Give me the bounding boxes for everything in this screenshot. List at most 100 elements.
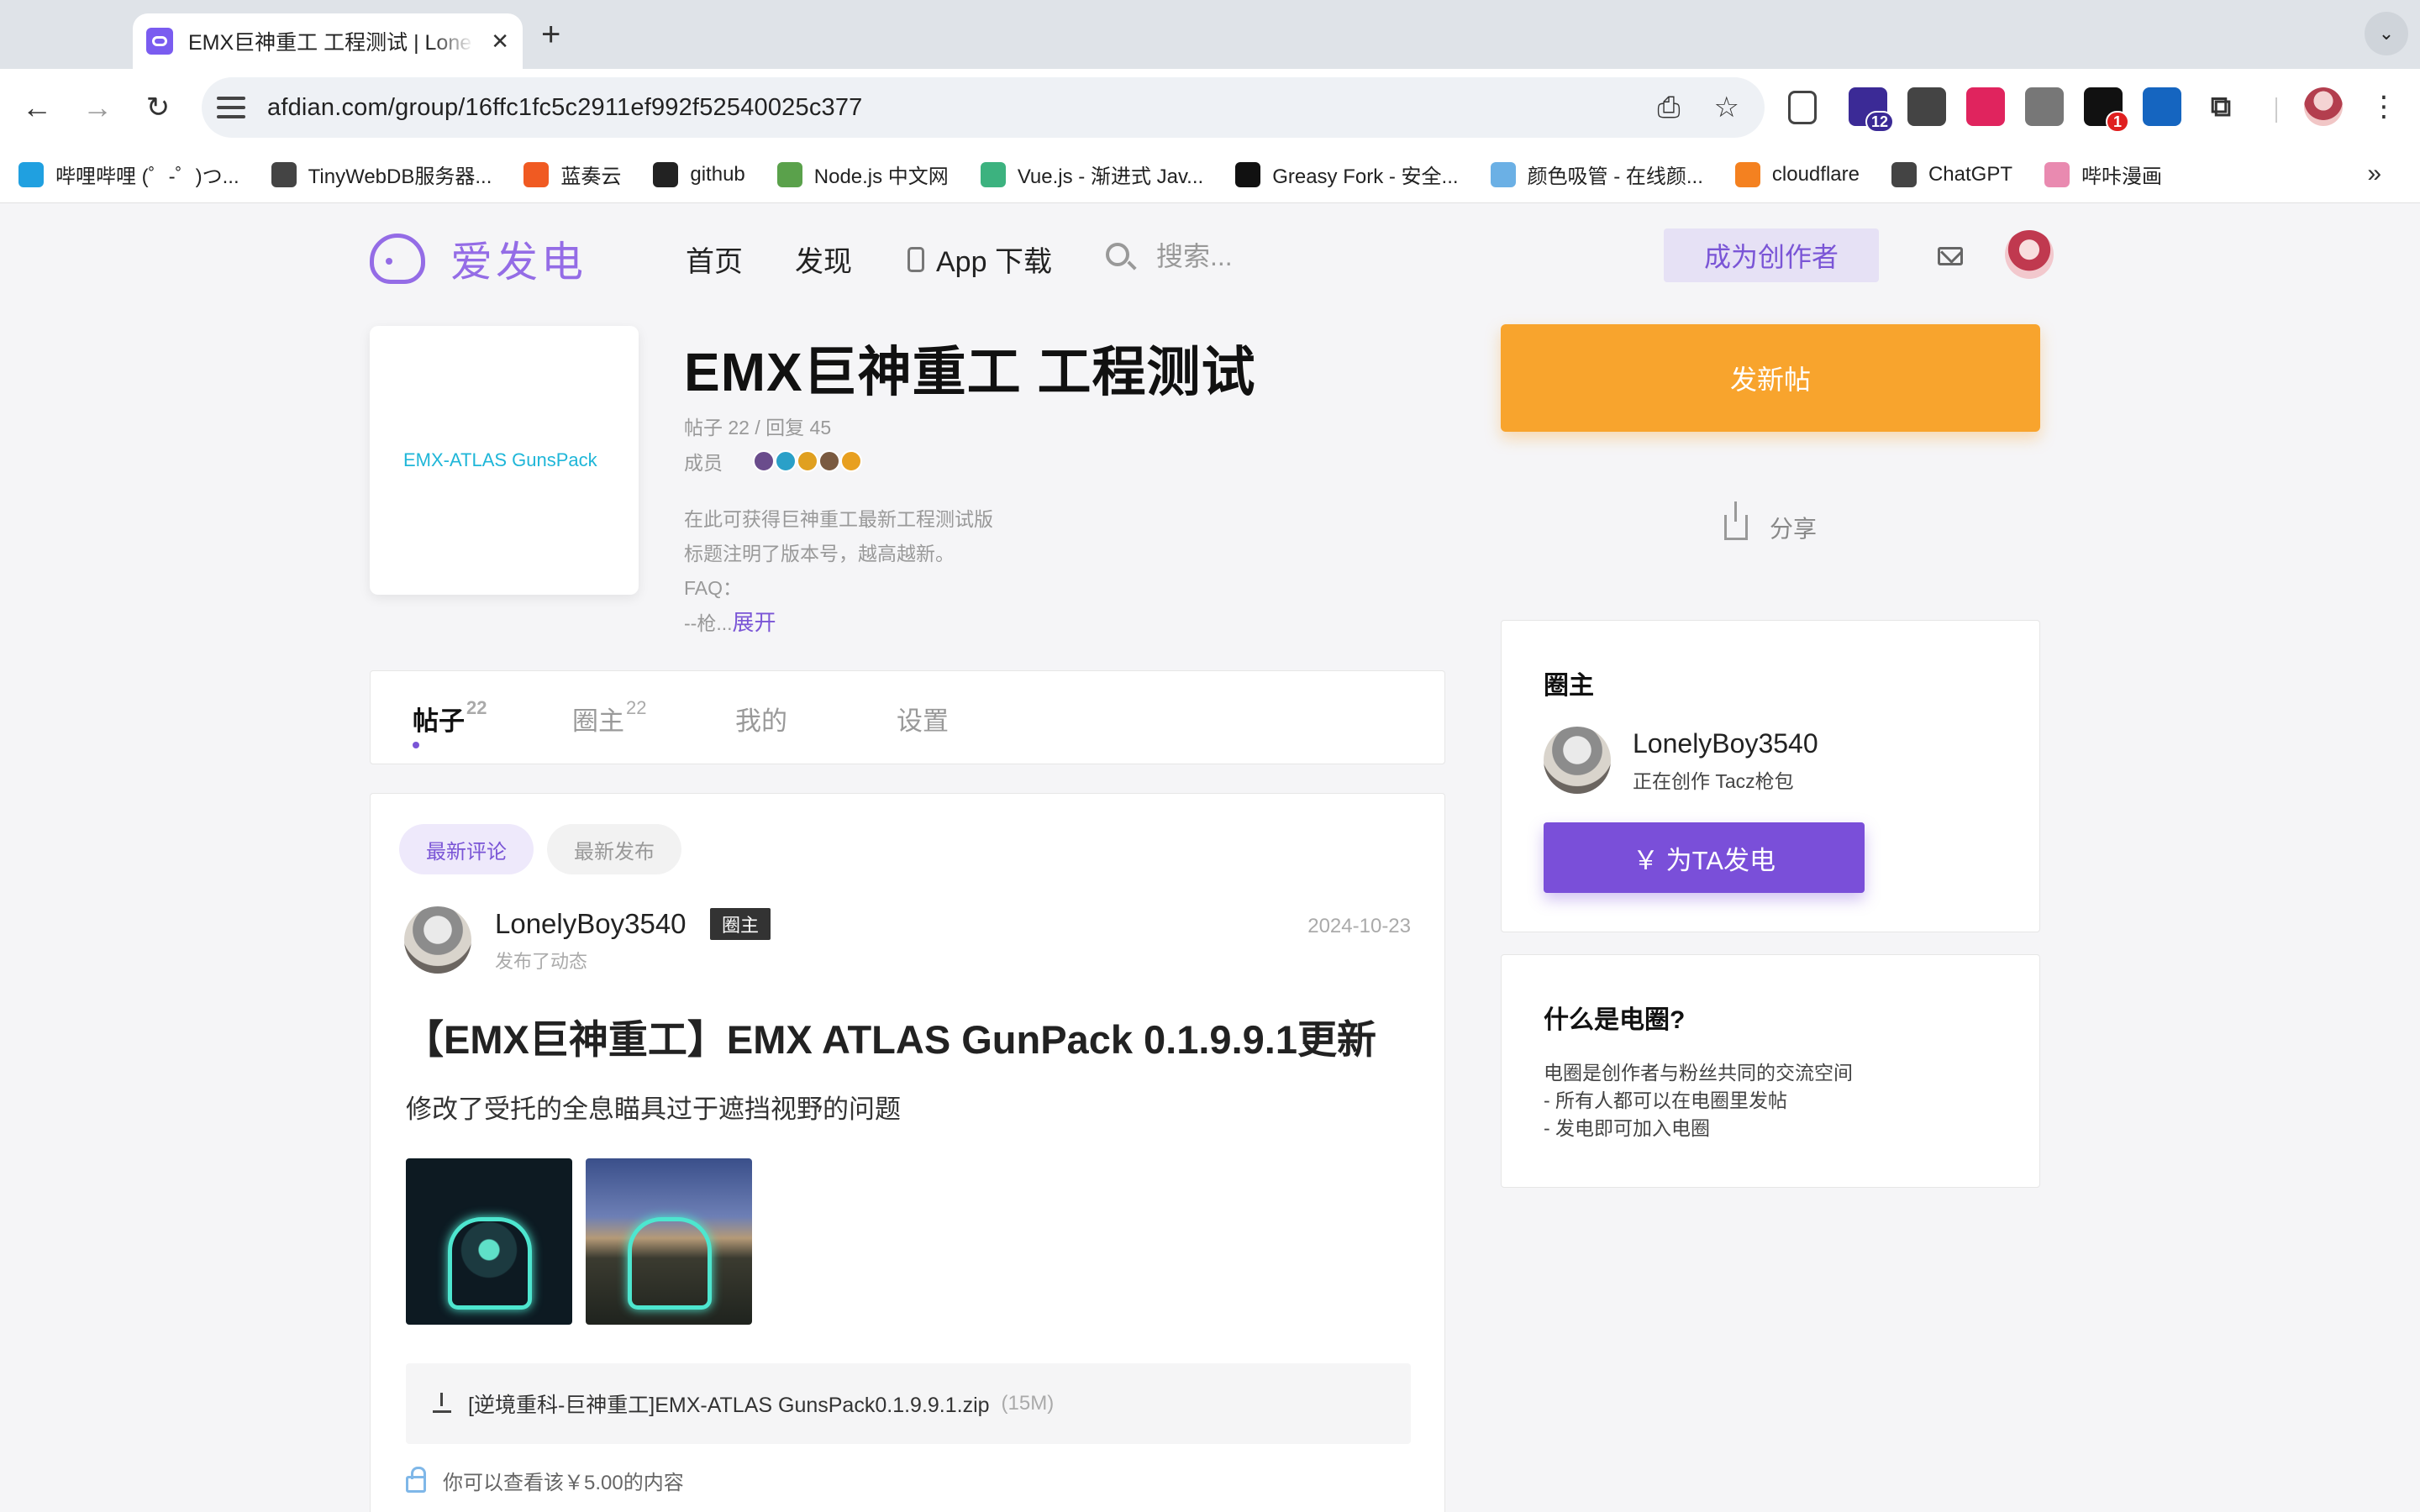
forward-arrow-icon[interactable]: →: [77, 87, 118, 128]
url-text[interactable]: afdian.com/group/16ffc1fc5c2911ef992f525…: [267, 94, 863, 122]
toolbar-divider: [2275, 97, 2277, 123]
bookmark-favicon-icon: [2044, 161, 2070, 187]
group-description: 在此可获得巨神重工最新工程测试版 标题注明了版本号，越高越新。 FAQ： --枪…: [684, 502, 993, 641]
new-tab-button[interactable]: +: [541, 13, 560, 55]
more-bookmarks-icon[interactable]: »: [2367, 160, 2381, 188]
search-placeholder[interactable]: 搜索...: [1156, 235, 1233, 274]
post-image-2[interactable]: [586, 1158, 752, 1325]
bookmark-item[interactable]: Greasy Fork - 安全...: [1235, 160, 1459, 189]
what-card-line: 电圈是创作者与粉丝共同的交流空间: [1544, 1062, 1853, 1084]
active-tab-indicator: [413, 742, 419, 748]
ext-graduation-icon[interactable]: 12: [1849, 87, 1894, 133]
post-feed: 最新评论 最新发布 LonelyBoy3540 圈主 发布了动态 2024-10…: [370, 793, 1445, 1512]
bookmark-favicon-icon: [776, 161, 802, 187]
bookmark-item[interactable]: 哔哩哔哩 (゜-゜)つ...: [18, 160, 239, 189]
group-cover-text: EMX-ATLAS GunsPack: [403, 449, 597, 470]
owner-name[interactable]: LonelyBoy3540: [1633, 728, 1818, 759]
bookmark-item[interactable]: 颜色吸管 - 在线颜...: [1490, 160, 1703, 189]
bookmark-item[interactable]: Node.js 中文网: [776, 160, 949, 189]
reading-list-icon[interactable]: [1788, 91, 1817, 124]
bookmark-favicon-icon: [653, 161, 679, 187]
back-arrow-icon[interactable]: ←: [17, 87, 57, 128]
close-tab-icon[interactable]: ✕: [491, 29, 509, 55]
browser-tab[interactable]: EMX巨神重工 工程测试 | Lone ✕: [133, 13, 523, 69]
member-avatar[interactable]: [775, 450, 797, 472]
reload-icon[interactable]: ↻: [138, 87, 178, 128]
install-app-icon[interactable]: ⎙: [1657, 92, 1680, 124]
bookmark-label: 颜色吸管 - 在线颜...: [1527, 165, 1703, 188]
group-title: EMX巨神重工 工程测试: [684, 342, 1256, 402]
download-icon: [433, 1393, 451, 1413]
user-avatar[interactable]: [2005, 230, 2054, 279]
share-button[interactable]: 分享: [1724, 501, 1818, 544]
profile-avatar[interactable]: [2304, 87, 2343, 126]
post-author-avatar[interactable]: [404, 906, 471, 974]
ext-qr-icon[interactable]: [1907, 87, 1946, 126]
nav-app-download-link[interactable]: App 下载: [908, 239, 1052, 280]
bookmark-item[interactable]: 蓝奏云: [523, 160, 621, 189]
site-settings-icon[interactable]: [217, 93, 245, 122]
chrome-menu-icon[interactable]: ⋮: [2370, 87, 2398, 126]
bookmark-item[interactable]: cloudflare: [1734, 161, 1860, 187]
nav-home-link[interactable]: 首页: [686, 239, 743, 280]
bookmark-item[interactable]: TinyWebDB服务器...: [271, 160, 492, 189]
expand-link[interactable]: 展开: [733, 610, 776, 635]
what-card-heading: 什么是电圈?: [1544, 1006, 1686, 1034]
extension-badge: 12: [1865, 111, 1894, 133]
address-bar[interactable]: afdian.com/group/16ffc1fc5c2911ef992f525…: [202, 77, 1765, 138]
bookmark-favicon-icon: [271, 161, 297, 187]
member-avatar[interactable]: [797, 450, 818, 472]
what-is-circle-card: 什么是电圈? 电圈是创作者与粉丝共同的交流空间 - 所有人都可以在电圈里发帖 -…: [1501, 954, 2040, 1188]
bookmark-label: Vue.js - 渐进式 Jav...: [1017, 165, 1204, 188]
desc-truncated: --枪...: [684, 612, 733, 634]
bookmark-label: TinyWebDB服务器...: [308, 165, 492, 188]
member-avatar[interactable]: [753, 450, 775, 472]
bookmark-item[interactable]: Vue.js - 渐进式 Jav...: [980, 160, 1204, 189]
desc-line: FAQ：: [684, 577, 743, 599]
owner-card: 圈主 LonelyBoy3540 正在创作 Tacz枪包 ￥ 为TA发电: [1501, 620, 2040, 932]
bookmark-item[interactable]: ChatGPT: [1891, 161, 2012, 187]
tab-posts[interactable]: 帖子22: [413, 697, 487, 738]
attachment-download[interactable]: [逆境重科-巨神重工]EMX-ATLAS GunsPack0.1.9.9.1.z…: [406, 1363, 1411, 1444]
extensions-puzzle-icon[interactable]: ⧉: [2202, 87, 2240, 126]
tab-owner[interactable]: 圈主22: [572, 697, 646, 738]
browser-tab-bar: EMX巨神重工 工程测试 | Lone ✕ + ⌄: [0, 0, 2420, 69]
post-image-1[interactable]: [406, 1158, 572, 1325]
post-date: 2024-10-23: [1307, 915, 1411, 937]
search-icon: [1106, 243, 1129, 266]
ext-translate-icon[interactable]: [1966, 87, 2005, 126]
share-icon: [1724, 501, 1748, 540]
nav-discover-link[interactable]: 发现: [795, 239, 852, 280]
bookmark-label: cloudflare: [1771, 162, 1860, 186]
become-creator-button[interactable]: 成为创作者: [1664, 228, 1879, 282]
ext-vue-devtools-icon[interactable]: [2025, 87, 2064, 126]
afdian-logo[interactable]: 爱发电: [370, 228, 587, 289]
tab-settings[interactable]: 设置: [897, 700, 949, 738]
desc-line: 在此可获得巨神重工最新工程测试版: [684, 508, 993, 530]
post-title[interactable]: 【EMX巨神重工】EMX ATLAS GunPack 0.1.9.9.1更新: [404, 1007, 1376, 1065]
bookmark-label: ChatGPT: [1928, 162, 2012, 186]
ext-switch-icon[interactable]: [2143, 87, 2181, 126]
filter-latest-post[interactable]: 最新发布: [547, 824, 681, 874]
bookmark-item[interactable]: 哔咔漫画: [2044, 160, 2162, 189]
mail-icon[interactable]: [1938, 247, 1963, 265]
post-author-name[interactable]: LonelyBoy3540: [495, 908, 687, 940]
post-body: 修改了受托的全息瞄具过于遮挡视野的问题: [406, 1095, 901, 1124]
bookmark-label: github: [690, 162, 745, 186]
new-post-button[interactable]: 发新帖: [1501, 324, 2040, 432]
bookmark-label: Greasy Fork - 安全...: [1272, 165, 1459, 188]
tab-search-button[interactable]: ⌄: [2365, 12, 2408, 55]
bookmark-star-icon[interactable]: ☆: [1714, 91, 1739, 124]
share-label: 分享: [1770, 516, 1818, 542]
tab-title: EMX巨神重工 工程测试 | Lone: [188, 31, 472, 55]
filter-latest-comment[interactable]: 最新评论: [399, 824, 534, 874]
sponsor-button[interactable]: ￥ 为TA发电: [1544, 822, 1865, 893]
bookmark-item[interactable]: github: [653, 161, 745, 187]
tab-mine[interactable]: 我的: [735, 700, 787, 738]
owner-avatar[interactable]: [1544, 727, 1611, 794]
member-avatar[interactable]: [818, 450, 840, 472]
ext-notify-icon[interactable]: 1: [2084, 87, 2129, 133]
member-avatar[interactable]: [840, 450, 862, 472]
site-search[interactable]: 搜索...: [1106, 235, 1233, 274]
extension-badge: 1: [2106, 111, 2129, 133]
